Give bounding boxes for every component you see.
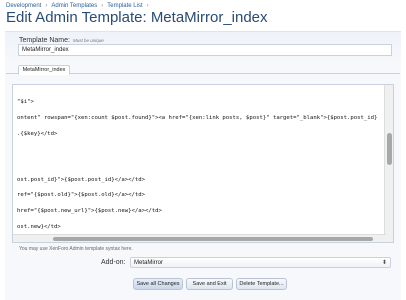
addon-label: Add-on: — [101, 259, 126, 266]
page-title-template-name: MetaMirror_index — [150, 9, 268, 26]
code-line: .{$key}</td> — [17, 131, 58, 137]
code-line: href="{$post.new_url}">{$post.new}</a></… — [17, 208, 162, 214]
addon-select-value: MetaMirror — [134, 259, 164, 266]
code-line: "$i"> — [17, 99, 34, 105]
vertical-scrollbar-thumb[interactable] — [387, 133, 392, 165]
tab-template[interactable]: MetaMirror_index — [18, 65, 70, 75]
template-name-label: Template Name: Must be unique — [19, 37, 104, 44]
template-name-input[interactable]: MetaMirror_index — [18, 44, 392, 56]
template-name-label-text: Template Name: — [19, 37, 70, 44]
chevron-updown-icon: ⬍ — [381, 260, 387, 266]
delete-template-button[interactable]: Delete Template... — [236, 278, 287, 290]
addon-select[interactable]: MetaMirror ⬍ — [130, 257, 391, 268]
horizontal-scrollbar-thumb[interactable] — [53, 237, 373, 241]
code-line: ost.post_id}">{$post.post_id}</a></td> — [17, 177, 145, 183]
page-title-prefix: Edit Admin Template: — [6, 9, 147, 26]
code-editor[interactable]: "$i"> ontent" rowspan="{xen:count $post.… — [12, 84, 394, 243]
syntax-note: You may use XenForo Admin template synta… — [19, 246, 133, 252]
horizontal-scrollbar[interactable] — [13, 234, 386, 242]
save-all-changes-button[interactable]: Save all Changes — [133, 278, 183, 290]
code-line: ost.new}</td> — [17, 224, 61, 230]
code-line: ontent" rowspan="{xen:count $post.found}… — [17, 115, 378, 121]
page-title: Edit Admin Template: MetaMirror_index — [6, 9, 268, 26]
save-and-exit-button[interactable]: Save and Exit — [186, 278, 233, 290]
code-line: ref="{$post.old}">{$post.old}</a></td> — [17, 192, 145, 198]
template-name-hint: Must be unique — [72, 38, 104, 43]
vertical-scrollbar[interactable] — [384, 85, 393, 242]
